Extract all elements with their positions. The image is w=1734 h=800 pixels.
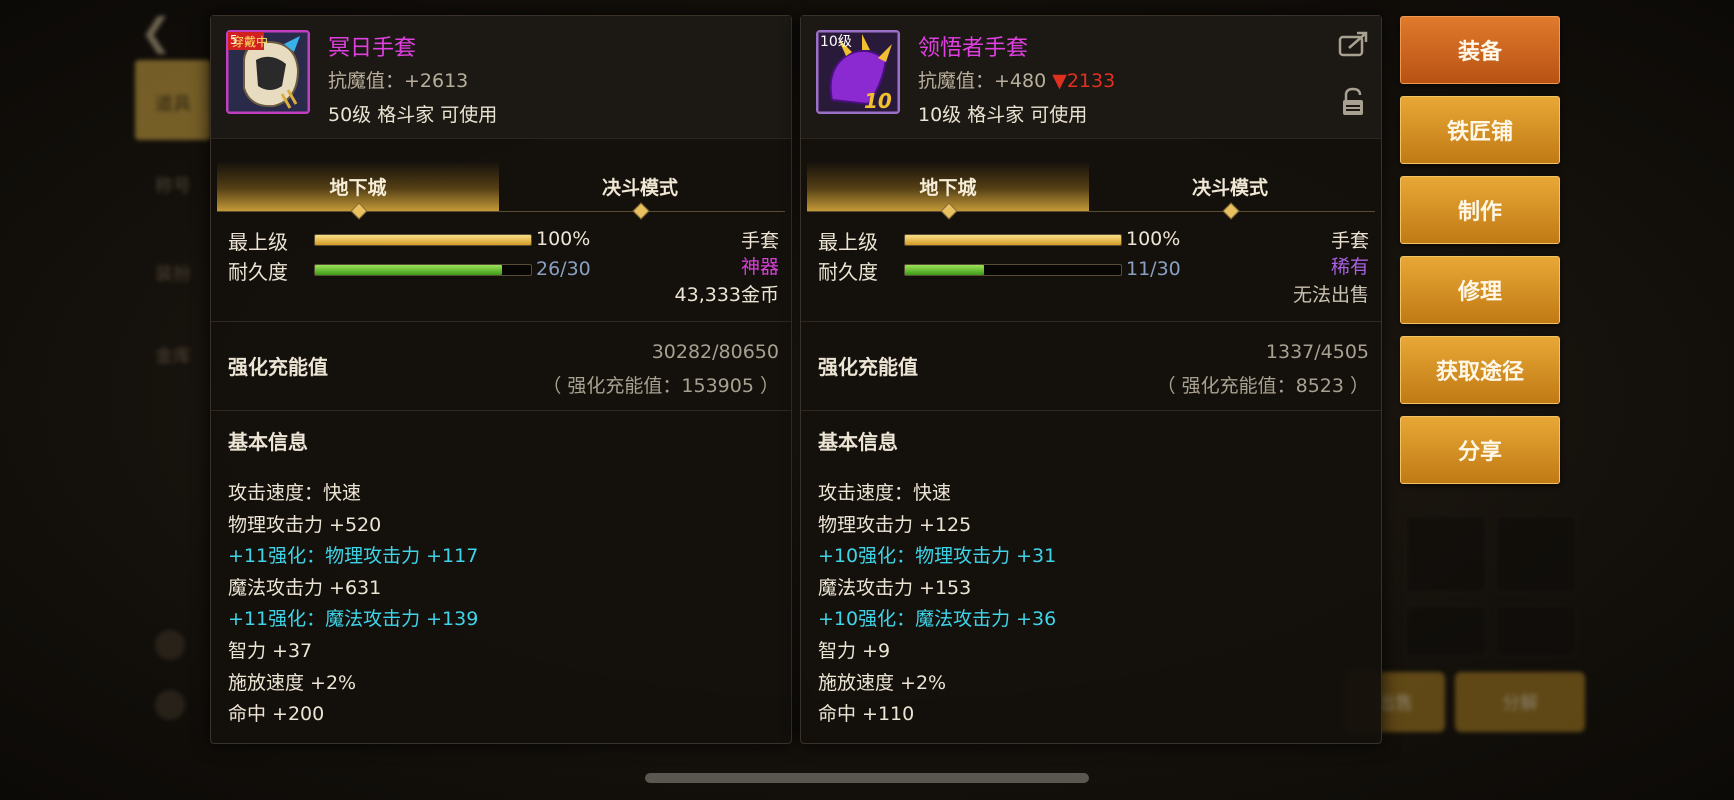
rarity: 神器 bbox=[740, 256, 779, 278]
enhance-title: 强化充能值 bbox=[228, 355, 328, 379]
item-icon[interactable]: 10级 10 bbox=[816, 30, 900, 114]
equipped-item-panel: 穿戴中 5 冥日手套 抗魔值：+2613 50级 格斗家 可使用 地下城 决斗模… bbox=[210, 15, 792, 744]
info-line: 魔法攻击力 +631 bbox=[228, 577, 382, 599]
magic-defense: 抗魔值：+480 ▼2133 bbox=[918, 70, 1116, 92]
item-requirement: 50级 格斗家 可使用 bbox=[328, 104, 498, 126]
info-line: 施放速度 +2% bbox=[228, 672, 357, 694]
info-line: +11强化：物理攻击力 +117 bbox=[228, 545, 479, 567]
blacksmith-button[interactable]: 铁匠铺 bbox=[1400, 96, 1560, 164]
info-line: 智力 +37 bbox=[228, 640, 313, 662]
top-level-label: 最上级 bbox=[228, 230, 288, 254]
craft-button[interactable]: 制作 bbox=[1400, 176, 1560, 244]
item-header: 穿戴中 5 冥日手套 抗魔值：+2613 50级 格斗家 可使用 bbox=[211, 16, 791, 139]
svg-text:5: 5 bbox=[230, 33, 238, 47]
bg-disassemble-button[interactable]: 分解 bbox=[1455, 672, 1585, 732]
bg-slot bbox=[1405, 605, 1487, 657]
top-level-value: 100% bbox=[1126, 228, 1181, 250]
bg-slot bbox=[1495, 605, 1577, 657]
bg-tab-label: 称号 bbox=[155, 176, 191, 197]
equip-button[interactable]: 装备 bbox=[1400, 16, 1560, 84]
share-button[interactable]: 分享 bbox=[1400, 416, 1560, 484]
durability-label: 耐久度 bbox=[818, 260, 878, 284]
top-level-bar bbox=[314, 234, 532, 246]
top-level-label: 最上级 bbox=[818, 230, 878, 254]
sell-status: 无法出售 bbox=[1292, 284, 1369, 306]
info-line: 命中 +110 bbox=[818, 703, 915, 725]
bg-flask-icon bbox=[155, 630, 185, 660]
basic-info-title: 基本信息 bbox=[818, 430, 898, 454]
info-line: 施放速度 +2% bbox=[818, 672, 947, 694]
basic-info-title: 基本信息 bbox=[228, 430, 308, 454]
item-name: 冥日手套 bbox=[328, 36, 417, 61]
gauntlet-icon: 穿戴中 5 bbox=[226, 30, 310, 114]
enhance-progress: 1337/4505 bbox=[1265, 341, 1369, 363]
home-indicator[interactable] bbox=[645, 773, 1089, 783]
enhance-total: （ 强化充能值：153905 ） bbox=[542, 375, 779, 397]
defense-diff: ▼2133 bbox=[1052, 70, 1116, 92]
info-line: 命中 +200 bbox=[228, 703, 325, 725]
info-line: 物理攻击力 +125 bbox=[818, 514, 972, 536]
share-export-icon[interactable] bbox=[1337, 28, 1369, 60]
enhance-title: 强化充能值 bbox=[818, 355, 918, 379]
bg-tab-label: 金库 bbox=[155, 346, 191, 367]
durability-value: 26/30 bbox=[536, 258, 591, 280]
bg-gear-icon bbox=[155, 690, 185, 720]
info-line: 魔法攻击力 +153 bbox=[818, 577, 972, 599]
back-arrow-icon[interactable]: ❮ bbox=[140, 10, 180, 54]
durability-value: 11/30 bbox=[1126, 258, 1181, 280]
mode-tabs: 地下城 决斗模式 bbox=[217, 161, 785, 223]
slot-type: 手套 bbox=[740, 230, 779, 252]
info-line: 物理攻击力 +520 bbox=[228, 514, 382, 536]
mode-tabs: 地下城 决斗模式 bbox=[807, 161, 1375, 223]
lock-icon[interactable] bbox=[1337, 86, 1369, 118]
durability-bar bbox=[904, 264, 1122, 276]
rarity: 稀有 bbox=[1330, 256, 1369, 278]
item-requirement: 10级 格斗家 可使用 bbox=[918, 104, 1088, 126]
info-line: 攻击速度：快速 bbox=[818, 482, 952, 504]
durability-bar bbox=[314, 264, 532, 276]
enhance-progress: 30282/80650 bbox=[651, 341, 779, 363]
magic-defense: 抗魔值：+2613 bbox=[328, 70, 469, 92]
item-name: 领悟者手套 bbox=[918, 36, 1029, 61]
bg-slot bbox=[1495, 515, 1577, 593]
top-level-value: 100% bbox=[536, 228, 591, 250]
svg-text:10级: 10级 bbox=[820, 34, 852, 50]
bg-slot bbox=[1405, 515, 1487, 593]
compared-item-panel: 10级 10 领悟者手套 抗魔值：+480 ▼2133 10级 格斗家 可使用 … bbox=[800, 15, 1382, 744]
info-line: 攻击速度：快速 bbox=[228, 482, 362, 504]
bg-tab-label: 道具 bbox=[155, 94, 191, 115]
bg-tab-label: 装扮 bbox=[155, 264, 191, 285]
svg-text:10: 10 bbox=[864, 89, 892, 113]
claw-glove-icon: 10级 10 bbox=[816, 30, 900, 114]
obtain-source-button[interactable]: 获取途径 bbox=[1400, 336, 1560, 404]
item-icon[interactable]: 穿戴中 5 bbox=[226, 30, 310, 114]
item-header: 10级 10 领悟者手套 抗魔值：+480 ▼2133 10级 格斗家 可使用 bbox=[801, 16, 1381, 139]
info-line: 智力 +9 bbox=[818, 640, 891, 662]
slot-type: 手套 bbox=[1330, 230, 1369, 252]
repair-button[interactable]: 修理 bbox=[1400, 256, 1560, 324]
info-line: +11强化：魔法攻击力 +139 bbox=[228, 608, 479, 630]
info-line: +10强化：魔法攻击力 +36 bbox=[818, 608, 1057, 630]
price: 43,333金币 bbox=[674, 284, 779, 306]
enhance-total: （ 强化充能值：8523 ） bbox=[1156, 375, 1369, 397]
top-level-bar bbox=[904, 234, 1122, 246]
durability-label: 耐久度 bbox=[228, 260, 288, 284]
info-line: +10强化：物理攻击力 +31 bbox=[818, 545, 1057, 567]
